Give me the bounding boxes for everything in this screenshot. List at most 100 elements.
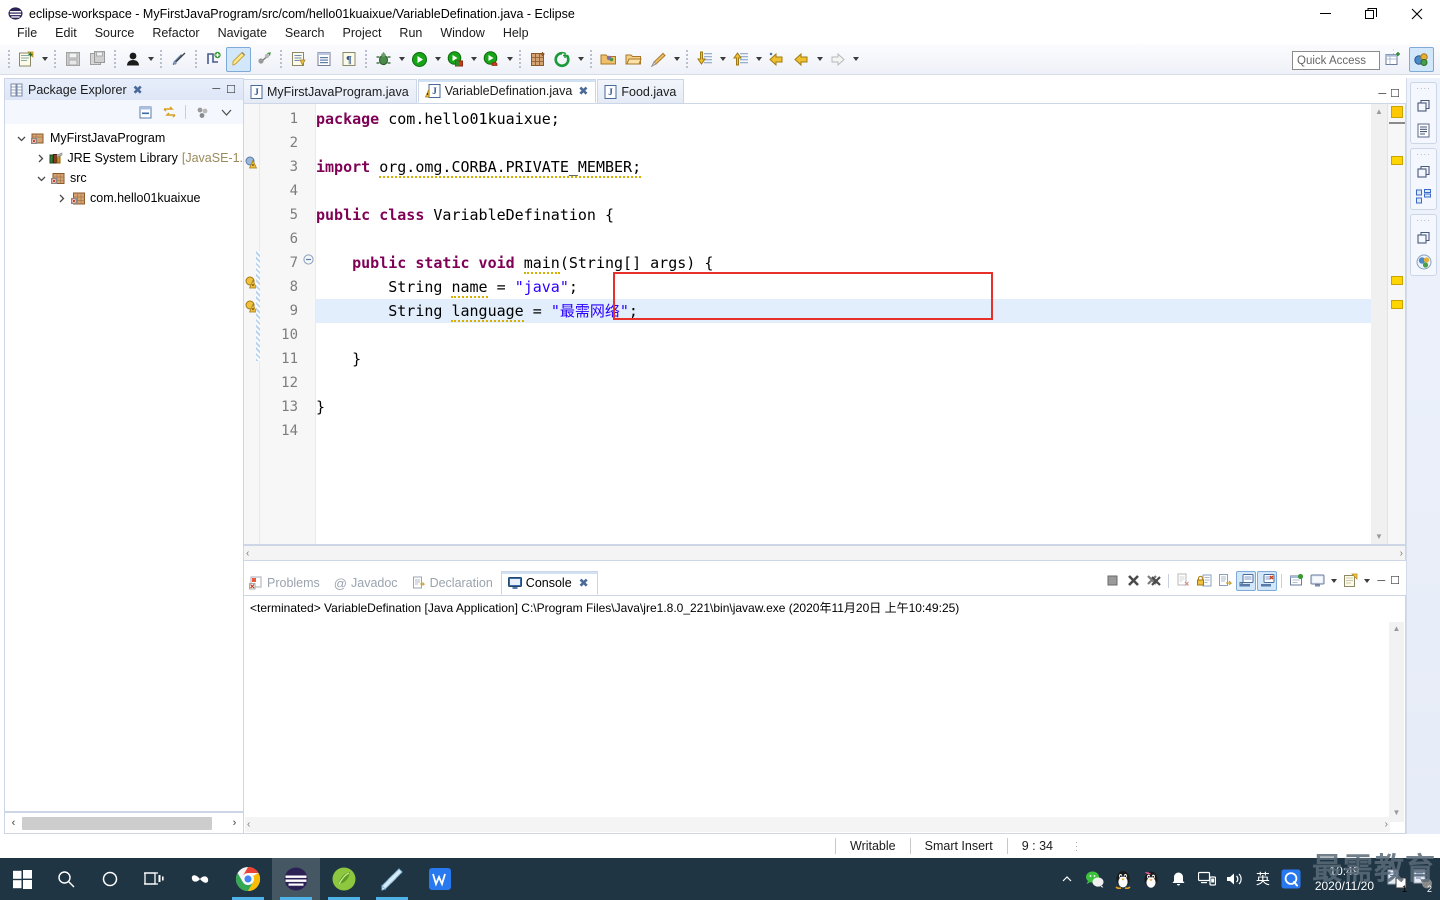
new-java-class-icon[interactable]	[201, 47, 226, 72]
taskbar-app-snipaste[interactable]	[176, 858, 224, 900]
volume-icon[interactable]	[1221, 858, 1249, 900]
code-line[interactable]: package com.hello01kuaixue;	[316, 107, 1371, 131]
menu-source[interactable]: Source	[86, 24, 144, 42]
tree-item-project[interactable]: MyFirstJavaProgram	[5, 128, 243, 148]
run-dropdown-icon[interactable]	[432, 47, 443, 72]
scrollbar-thumb[interactable]	[22, 816, 212, 830]
qq-penguin-icon[interactable]	[1109, 858, 1137, 900]
console-hscrollbar[interactable]: ‹ ›	[245, 817, 1390, 832]
external-tools-dropdown-icon[interactable]	[504, 47, 515, 72]
overview-warning-marker[interactable]	[1391, 156, 1403, 165]
tree-item-jre-library[interactable]: JRE System Library [JavaSE-1.	[5, 148, 243, 168]
debug-icon[interactable]	[371, 47, 396, 72]
outline-view-icon[interactable]	[1413, 120, 1435, 140]
code-line[interactable]: public static void main(String[] args) {	[316, 251, 1371, 275]
fold-collapse-icon[interactable]	[303, 254, 314, 268]
twisty-collapsed-icon[interactable]	[53, 194, 69, 203]
scroll-right-icon[interactable]: ›	[226, 813, 243, 833]
close-icon[interactable]: ✖	[578, 84, 588, 98]
editor-minimize-icon[interactable]: ─	[1378, 88, 1386, 100]
editor-folding-column[interactable]	[302, 104, 316, 544]
java-perspective-icon[interactable]	[1413, 252, 1435, 272]
open-console-dropdown-icon[interactable]	[1361, 568, 1372, 593]
code-line[interactable]: String language = "最需网络";	[316, 299, 1371, 323]
status-grip-icon[interactable]: · · ·	[1067, 838, 1086, 855]
tree-item-src[interactable]: src	[5, 168, 243, 188]
run-last-dropdown-icon[interactable]	[468, 47, 479, 72]
save-all-icon[interactable]	[85, 47, 110, 72]
editor-hscrollbar[interactable]: ‹ ›	[243, 545, 1406, 561]
code-line[interactable]	[316, 371, 1371, 395]
pencil-icon[interactable]	[646, 47, 671, 72]
editor-tab-variabledefination[interactable]: J VariableDefination.java ✖	[417, 79, 597, 103]
scroll-left-icon[interactable]: ‹	[247, 819, 250, 830]
close-icon[interactable]: ✖	[133, 83, 143, 97]
run-last-tool-icon[interactable]	[443, 47, 468, 72]
menu-run[interactable]: Run	[390, 24, 431, 42]
drag-handle-dots-icon[interactable]: ····	[1416, 151, 1431, 159]
menu-window[interactable]: Window	[431, 24, 493, 42]
console-maximize-icon[interactable]: ☐	[1390, 574, 1400, 587]
scroll-up-icon[interactable]: ▲	[1389, 622, 1404, 633]
show-console-stderr-icon[interactable]	[1257, 570, 1278, 591]
taskbar-app-notepad[interactable]	[368, 858, 416, 900]
next-annotation-icon[interactable]	[692, 47, 717, 72]
taskbar-app-mysql-workbench[interactable]	[320, 858, 368, 900]
code-line[interactable]: public class VariableDefination {	[316, 203, 1371, 227]
open-task-icon[interactable]	[311, 47, 336, 72]
menu-project[interactable]: Project	[334, 24, 391, 42]
save-icon[interactable]	[60, 47, 85, 72]
external-tools-icon[interactable]	[479, 47, 504, 72]
overview-warning-marker[interactable]	[1391, 276, 1403, 285]
tab-problems[interactable]: Problems	[243, 571, 328, 595]
restore-icon[interactable]	[1413, 228, 1435, 248]
twisty-expanded-icon[interactable]	[33, 174, 49, 183]
code-line[interactable]	[316, 131, 1371, 155]
open-resource-icon[interactable]	[621, 47, 646, 72]
code-line[interactable]	[316, 323, 1371, 347]
restore-icon[interactable]	[1413, 162, 1435, 182]
previous-annotation-icon[interactable]	[728, 47, 753, 72]
new-wizard-dropdown-icon[interactable]	[39, 47, 50, 72]
display-selected-console-icon[interactable]	[1307, 571, 1327, 591]
user-dropdown-icon[interactable]	[145, 47, 156, 72]
open-perspective-icon[interactable]	[1381, 47, 1406, 72]
twisty-expanded-icon[interactable]	[13, 134, 29, 143]
pin-console-icon[interactable]	[1286, 571, 1306, 591]
terminate-icon[interactable]	[1102, 571, 1122, 591]
drag-handle-dots-icon[interactable]: ····	[1416, 85, 1431, 93]
save-console-icon[interactable]	[1173, 571, 1193, 591]
editor-maximize-icon[interactable]: ☐	[1390, 87, 1400, 100]
code-line[interactable]: import org.omg.CORBA.PRIVATE_MEMBER;	[316, 155, 1371, 179]
start-icon[interactable]	[0, 858, 44, 900]
menu-search[interactable]: Search	[276, 24, 334, 42]
editor-overview-ruler[interactable]	[1387, 104, 1405, 544]
taskbar-badge-1[interactable]: 1	[1384, 858, 1410, 900]
open-folder-icon[interactable]	[596, 47, 621, 72]
taskbar-badge-2[interactable]: 2	[1410, 858, 1436, 900]
scroll-left-icon[interactable]: ‹	[5, 813, 22, 833]
new-java-project-icon[interactable]	[525, 47, 550, 72]
warning-marker-icon[interactable]	[245, 155, 259, 172]
run-icon[interactable]	[407, 47, 432, 72]
tab-console[interactable]: Console ✖	[500, 571, 598, 595]
editor-tab-food[interactable]: J Food.java	[597, 79, 685, 103]
forward-dropdown-icon[interactable]	[850, 47, 861, 72]
search-dropdown-icon[interactable]	[575, 47, 586, 72]
console-vscrollbar[interactable]: ▲	[1389, 622, 1404, 822]
skip-breakpoints-icon[interactable]	[166, 47, 191, 72]
link-icon[interactable]	[251, 47, 276, 72]
close-icon[interactable]: ✖	[579, 576, 589, 590]
scroll-down-icon[interactable]: ▼	[1371, 532, 1387, 541]
wechat-icon[interactable]	[1081, 858, 1109, 900]
pencil-dropdown-icon[interactable]	[671, 47, 682, 72]
code-line[interactable]: String name = "java";	[316, 275, 1371, 299]
view-menu-dots-icon[interactable]	[191, 102, 213, 122]
quick-access-input[interactable]: Quick Access	[1292, 51, 1380, 70]
scroll-right-icon[interactable]: ›	[1385, 819, 1388, 830]
back-dropdown-icon[interactable]	[814, 47, 825, 72]
back-icon[interactable]	[764, 47, 789, 72]
remove-all-terminated-icon[interactable]	[1144, 571, 1164, 591]
debug-dropdown-icon[interactable]	[396, 47, 407, 72]
toggle-mark-occurrences-icon[interactable]	[226, 46, 251, 72]
